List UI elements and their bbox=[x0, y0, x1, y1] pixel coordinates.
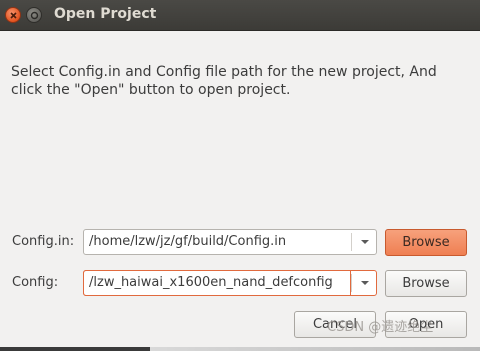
window-title: Open Project bbox=[54, 6, 157, 22]
config-in-field[interactable]: /home/lzw/jz/gf/build/Config.in bbox=[84, 230, 350, 254]
watermark: CSDN @遗迹绝尘 bbox=[327, 320, 434, 335]
chevron-down-icon bbox=[361, 240, 369, 244]
config-field[interactable]: /lzw_haiwai_x1600en_nand_defconfig bbox=[83, 270, 351, 296]
dialog-message: Select Config.in and Config file path fo… bbox=[11, 64, 437, 98]
background-strip bbox=[0, 347, 480, 351]
config-in-dropdown-button[interactable] bbox=[352, 230, 377, 254]
config-combo[interactable]: /lzw_haiwai_x1600en_nand_defconfig bbox=[83, 270, 377, 296]
config-in-label: Config.in: bbox=[12, 234, 75, 249]
config-in-combo[interactable]: /home/lzw/jz/gf/build/Config.in bbox=[83, 229, 377, 255]
chevron-down-icon bbox=[361, 281, 369, 285]
minimize-button[interactable] bbox=[26, 7, 42, 23]
close-button[interactable] bbox=[5, 7, 21, 23]
config-dropdown-button[interactable] bbox=[352, 271, 377, 295]
config-label: Config: bbox=[12, 275, 59, 290]
title-bar: Open Project bbox=[0, 0, 480, 31]
config-browse-button[interactable]: Browse bbox=[385, 270, 467, 297]
close-icon bbox=[10, 12, 17, 19]
config-in-browse-button[interactable]: Browse bbox=[385, 229, 467, 256]
minimize-icon bbox=[30, 11, 39, 20]
